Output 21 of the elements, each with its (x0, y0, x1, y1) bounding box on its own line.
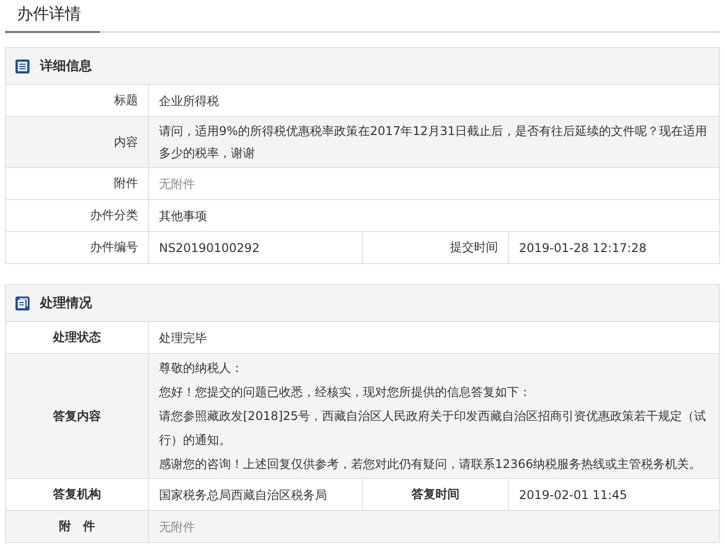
list-icon (15, 58, 30, 74)
field-value: 2019-01-28 12:17:28 (518, 240, 648, 256)
document-icon (15, 296, 30, 310)
reply-paragraph: 您好！您提交的问题已收悉，经核实，现对您所提供的信息答复如下： (159, 384, 532, 401)
page-tab[interactable]: 办件详情 (5, 4, 100, 33)
reply-paragraph: 尊敬的纳税人： (159, 360, 244, 377)
field-value: 无附件 (158, 176, 196, 192)
reply-paragraph: 感谢您的咨询！上述回复仅供参考，若您对此仍有疑问，请联系12366纳税服务热线或主管税务机关。 (159, 456, 702, 473)
field-value: 请问，适用9%的所得税优惠税率政策在2017年12月31日截止后，是否有往后延续的文件呢？现在适用多少的税率，谢谢 (158, 123, 708, 162)
field-label: 提交时间 (363, 232, 509, 263)
field-label: 办件编号 (6, 232, 149, 263)
field-value: NS20190100292 (149, 232, 363, 263)
section-title: 详细信息 (40, 58, 92, 75)
field-value: 处理完毕 (158, 330, 208, 346)
section-title: 处理情况 (40, 295, 92, 312)
field-value: 其他事项 (158, 208, 208, 224)
field-value: 无附件 (158, 518, 196, 536)
field-value: 企业所得税 (158, 92, 220, 110)
reply-paragraph: 请您参照藏政发[2018]25号，西藏自治区人民政府关于印发西藏自治区招商引资优惠政策若干规定（试行）的通知。 (159, 408, 708, 449)
field-value: 2019-02-01 11:45 (518, 486, 628, 504)
field-label: 附 件 (6, 511, 149, 542)
